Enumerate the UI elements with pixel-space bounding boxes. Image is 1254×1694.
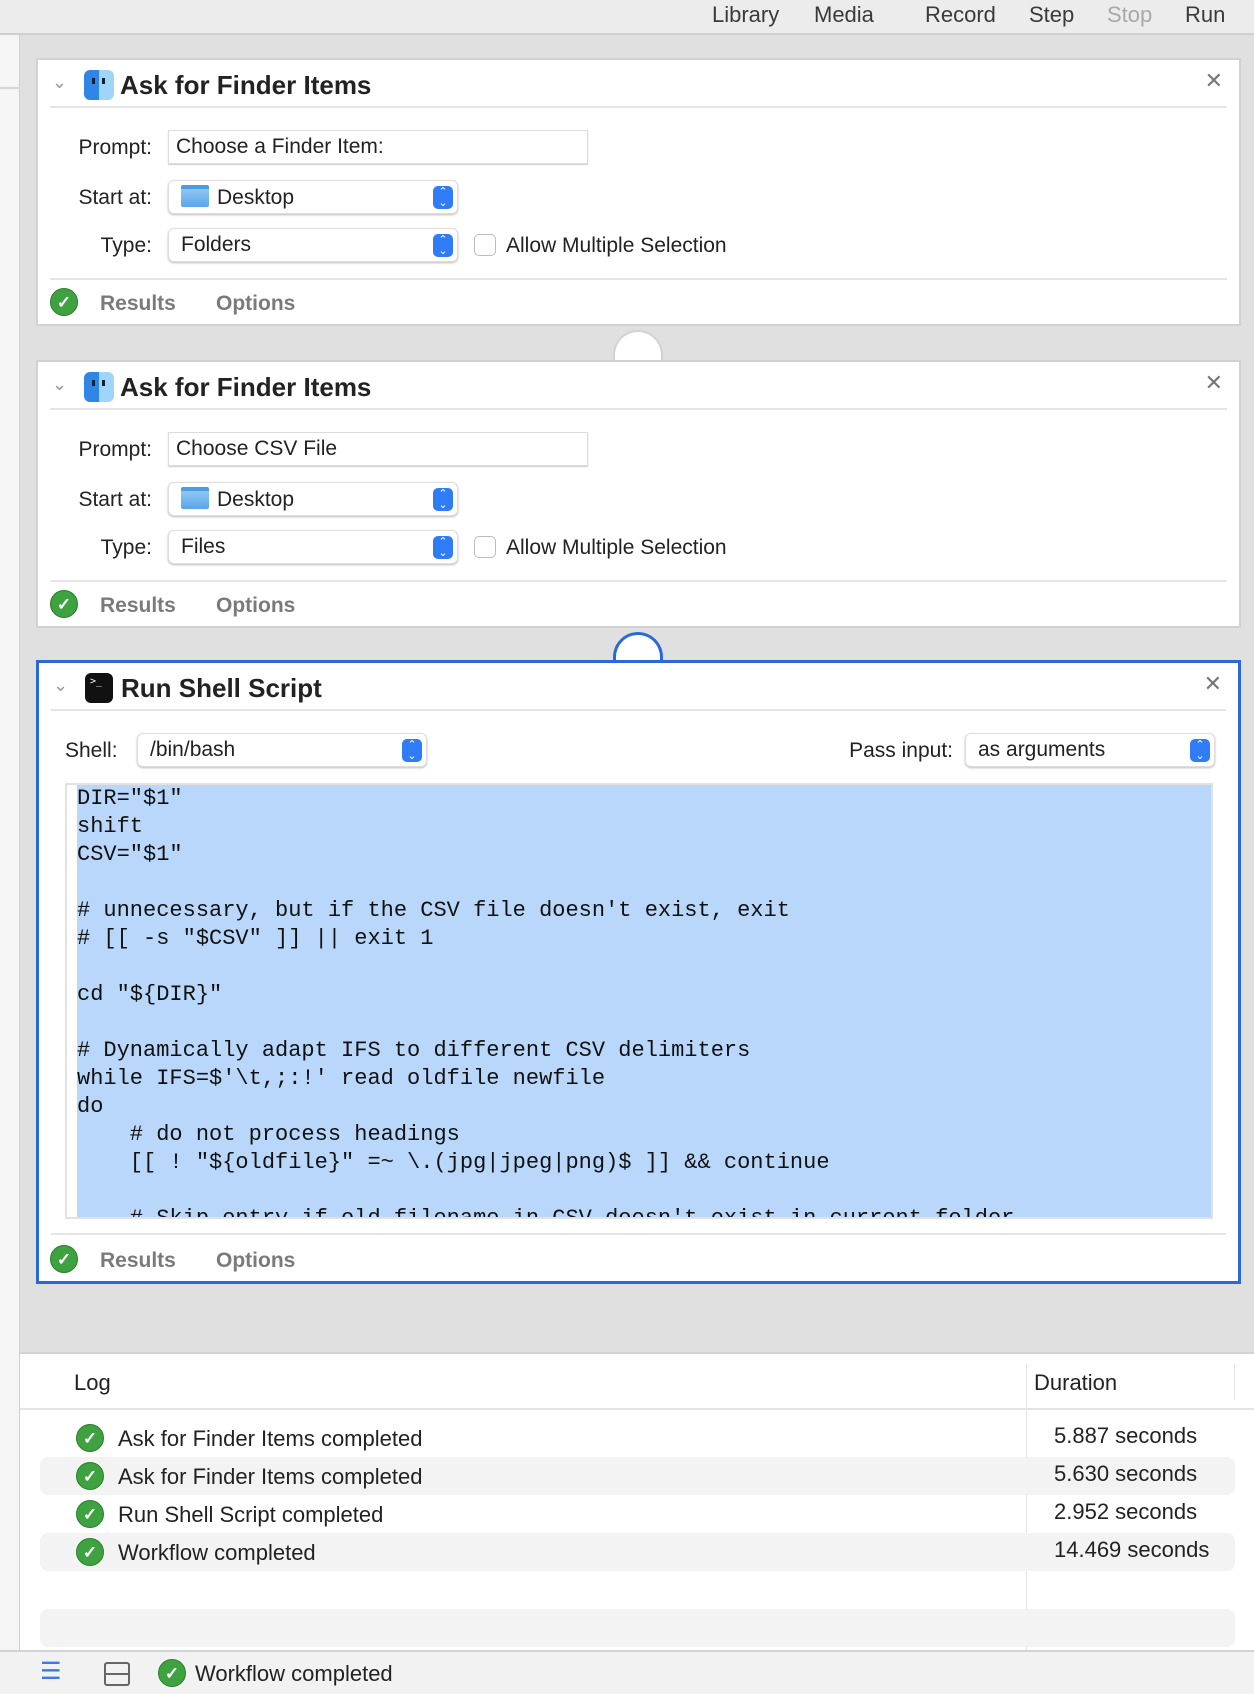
status-bar: ☰ ✓ Workflow completed [0, 1650, 1254, 1694]
start-at-label: Start at: [78, 488, 152, 511]
collapse-chevron-icon[interactable]: ⌄ [52, 374, 67, 395]
log-message: Ask for Finder Items completed [118, 1464, 423, 1489]
action-title: Run Shell Script [121, 673, 322, 703]
action-title: Ask for Finder Items [120, 372, 372, 402]
close-icon[interactable]: ✕ [1205, 68, 1223, 94]
prompt-label: Prompt: [78, 438, 152, 461]
success-check-icon: ✓ [158, 1659, 186, 1687]
results-tab[interactable]: Results [100, 292, 176, 316]
prompt-field[interactable]: Choose a Finder Item: [168, 130, 588, 164]
success-check-icon: ✓ [76, 1538, 104, 1566]
record-button[interactable]: Record [925, 0, 996, 30]
media-button[interactable]: Media [814, 0, 874, 30]
script-text[interactable]: DIR="$1" shift CSV="$1" # unnecessary, b… [77, 785, 1211, 1217]
shell-value: /bin/bash [150, 738, 236, 761]
shell-popup[interactable]: /bin/bash ⌃ ⌄ [137, 733, 427, 767]
collapse-chevron-icon[interactable]: ⌄ [52, 72, 67, 93]
start-at-popup[interactable]: Desktop ⌃ ⌄ [168, 482, 458, 516]
terminal-icon: >_ [85, 673, 113, 703]
action-ask-finder-items-2[interactable]: ⌄ Ask for Finder Items ✕ Prompt: Choose … [36, 360, 1241, 628]
toolbar: Library Media Record Step Stop Run [0, 0, 1254, 35]
success-check-icon: ✓ [76, 1500, 104, 1528]
action-title: Ask for Finder Items [120, 70, 372, 100]
allow-multiple-label[interactable]: Allow Multiple Selection [506, 536, 727, 560]
log-duration: 5.630 seconds [1054, 1461, 1198, 1486]
log-message: Run Shell Script completed [118, 1502, 384, 1527]
allow-multiple-checkbox[interactable] [474, 536, 496, 558]
prompt-label: Prompt: [78, 136, 152, 159]
log-message: Workflow completed [118, 1540, 316, 1565]
allow-multiple-checkbox[interactable] [474, 234, 496, 256]
library-button[interactable]: Library [712, 0, 779, 30]
log-panel: Log Duration ✓ Ask for Finder Items compl… [20, 1352, 1254, 1652]
library-sidebar [0, 35, 20, 1694]
start-at-value: Desktop [217, 186, 295, 209]
options-tab[interactable]: Options [216, 292, 295, 316]
success-check-icon: ✓ [50, 590, 78, 618]
run-button[interactable]: Run [1185, 0, 1225, 30]
success-check-icon: ✓ [50, 1245, 78, 1273]
options-tab[interactable]: Options [216, 594, 295, 618]
close-icon[interactable]: ✕ [1204, 671, 1222, 697]
stepper-arrows-icon: ⌃ ⌄ [433, 234, 453, 257]
type-label: Type: [100, 234, 152, 257]
log-row: ✓ Ask for Finder Items completed 5.887 sec… [40, 1419, 1235, 1457]
type-popup[interactable]: Folders ⌃ ⌄ [168, 228, 458, 262]
type-value: Files [181, 535, 226, 558]
stepper-arrows-icon: ⌃ ⌄ [1190, 739, 1210, 762]
results-tab[interactable]: Results [100, 594, 176, 618]
pass-input-popup[interactable]: as arguments ⌃ ⌄ [965, 733, 1215, 767]
type-label: Type: [100, 536, 152, 559]
stepper-arrows-icon: ⌃ ⌄ [433, 186, 453, 209]
finder-icon [84, 372, 114, 402]
start-at-popup[interactable]: Desktop ⌃ ⌄ [168, 180, 458, 214]
log-duration: 14.469 seconds [1054, 1537, 1210, 1562]
split-view-icon[interactable] [104, 1662, 130, 1686]
log-row: ✓ Workflow completed 14.469 seconds [40, 1533, 1235, 1571]
folder-icon [181, 185, 209, 207]
success-check-icon: ✓ [50, 288, 78, 316]
log-message: Ask for Finder Items completed [118, 1426, 423, 1451]
success-check-icon: ✓ [76, 1424, 104, 1452]
allow-multiple-label[interactable]: Allow Multiple Selection [506, 234, 727, 258]
list-view-icon[interactable]: ☰ [40, 1660, 62, 1684]
log-column-header[interactable]: Log [74, 1370, 111, 1396]
prompt-field[interactable]: Choose CSV File [168, 432, 588, 466]
options-tab[interactable]: Options [216, 1249, 295, 1273]
start-at-label: Start at: [78, 186, 152, 209]
folder-icon [181, 487, 209, 509]
pass-input-label: Pass input: [849, 739, 953, 762]
pass-input-value: as arguments [978, 738, 1106, 761]
shell-label: Shell: [65, 739, 118, 762]
collapse-chevron-icon[interactable]: ⌄ [53, 675, 68, 696]
type-value: Folders [181, 233, 252, 256]
stop-button[interactable]: Stop [1107, 0, 1152, 30]
log-duration: 5.887 seconds [1054, 1423, 1198, 1448]
duration-column-header[interactable]: Duration [1034, 1370, 1117, 1396]
log-header: Log Duration [20, 1354, 1254, 1410]
start-at-value: Desktop [217, 488, 295, 511]
finder-icon [84, 70, 114, 100]
log-row-empty [40, 1609, 1235, 1647]
log-row: ✓ Ask for Finder Items completed 5.630 sec… [40, 1457, 1235, 1495]
action-ask-finder-items-1[interactable]: ⌄ Ask for Finder Items ✕ Prompt: Choose … [36, 58, 1241, 326]
status-text: Workflow completed [195, 1661, 393, 1686]
action-run-shell-script[interactable]: ⌄ >_ Run Shell Script ✕ Shell: /bin/bash… [36, 660, 1241, 1284]
stepper-arrows-icon: ⌃ ⌄ [402, 739, 422, 762]
stepper-arrows-icon: ⌃ ⌄ [433, 488, 453, 511]
action-connector [613, 330, 663, 364]
close-icon[interactable]: ✕ [1205, 370, 1223, 396]
results-tab[interactable]: Results [100, 1249, 176, 1273]
type-popup[interactable]: Files ⌃ ⌄ [168, 530, 458, 564]
log-row: ✓ Run Shell Script completed 2.952 seconds [40, 1495, 1235, 1533]
script-editor[interactable]: DIR="$1" shift CSV="$1" # unnecessary, b… [65, 783, 1213, 1219]
log-duration: 2.952 seconds [1054, 1499, 1198, 1524]
success-check-icon: ✓ [76, 1462, 104, 1490]
stepper-arrows-icon: ⌃ ⌄ [433, 536, 453, 559]
step-button[interactable]: Step [1029, 0, 1074, 30]
